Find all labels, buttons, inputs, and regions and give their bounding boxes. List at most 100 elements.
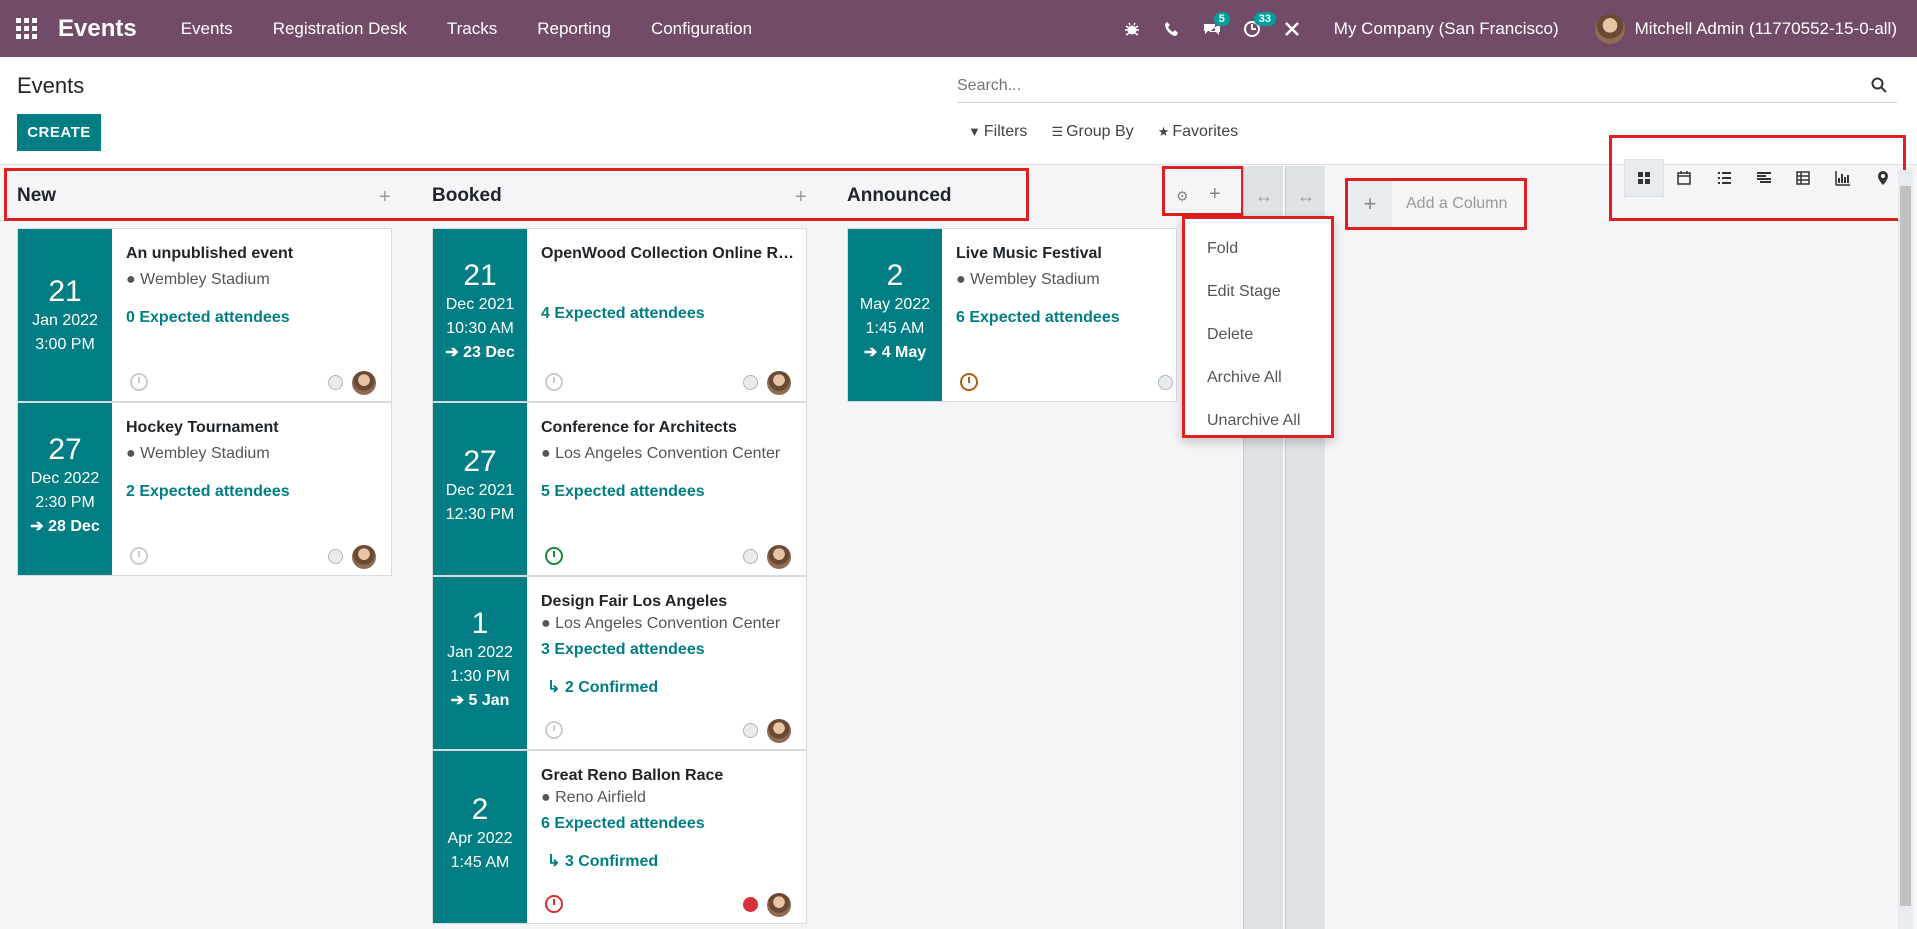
card-time: 12:30 PM <box>445 506 515 523</box>
scrollbar-thumb[interactable] <box>1900 186 1911 906</box>
quick-create-icon[interactable]: + <box>795 186 807 209</box>
search-bar <box>957 69 1897 103</box>
event-card[interactable]: 21 Jan 2022 3:00 PM An unpublished event… <box>17 228 392 402</box>
activity-clock-icon[interactable] <box>545 547 563 565</box>
card-location: ● Wembley Stadium <box>126 271 381 289</box>
card-location: ● Los Angeles Convention Center <box>541 445 796 463</box>
event-card[interactable]: 1 Jan 2022 1:30 PM ➔ 5 Jan Design Fair L… <box>432 576 807 750</box>
unfold-arrows-icon[interactable]: ↔ <box>1286 186 1326 207</box>
menu-registration-desk[interactable]: Registration Desk <box>253 19 427 39</box>
kanban-state-dot[interactable] <box>1158 375 1173 390</box>
location-text: Los Angeles Convention Center <box>555 615 781 632</box>
kanban-state-dot[interactable] <box>743 549 758 564</box>
column-header-booked[interactable]: Booked <box>432 166 502 226</box>
card-attendees[interactable]: 6 Expected attendees <box>956 309 1211 327</box>
card-body: Conference for Architects ● Los Angeles … <box>541 419 796 501</box>
card-date: 27 Dec 2021 12:30 PM <box>433 403 527 575</box>
column-settings-highlight <box>1162 166 1244 216</box>
unfold-arrows-icon[interactable]: ↔ <box>1244 186 1284 207</box>
card-attendees[interactable]: 3 Expected attendees <box>541 641 796 659</box>
column-header-new[interactable]: New <box>17 166 56 226</box>
kanban-state-dot[interactable] <box>328 375 343 390</box>
arrow-right-icon: ➔ <box>450 692 465 709</box>
activity-clock-icon[interactable] <box>545 895 563 913</box>
add-column-label: Add a Column <box>1406 195 1508 212</box>
menu-configuration[interactable]: Configuration <box>631 19 772 39</box>
activity-clock-icon[interactable]: 33 <box>1232 0 1277 57</box>
filters-button[interactable]: ▼ Filters <box>968 123 1027 141</box>
activity-clock-icon[interactable] <box>545 721 563 739</box>
debug-bug-icon[interactable] <box>1112 0 1152 57</box>
card-confirmed[interactable]: ↳ 3 Confirmed <box>547 851 796 871</box>
event-card[interactable]: 27 Dec 2022 2:30 PM ➔ 28 Dec Hockey Tour… <box>17 402 392 576</box>
card-title: OpenWood Collection Online Re... <box>541 245 796 262</box>
activity-clock-icon[interactable] <box>545 373 563 391</box>
card-attendees[interactable]: 4 Expected attendees <box>541 305 796 323</box>
quick-create-icon[interactable]: + <box>1209 183 1221 206</box>
card-attendees[interactable]: 2 Expected attendees <box>126 483 381 501</box>
create-button[interactable]: CREATE <box>17 114 101 151</box>
location-text: Wembley Stadium <box>140 271 270 288</box>
responsible-avatar <box>767 893 791 917</box>
search-icon[interactable] <box>1871 77 1887 93</box>
add-column-button[interactable]: + Add a Column <box>1345 178 1527 230</box>
delete-menu-item[interactable]: Delete <box>1185 313 1331 356</box>
gear-icon[interactable]: ⚙ <box>1176 188 1189 205</box>
card-attendees[interactable]: 0 Expected attendees <box>126 309 381 327</box>
search-input[interactable] <box>957 76 1857 95</box>
top-navbar: Events Events Registration Desk Tracks R… <box>0 0 1917 57</box>
kanban-state-dot[interactable] <box>743 375 758 390</box>
vertical-scrollbar[interactable] <box>1898 170 1913 929</box>
card-body: Great Reno Ballon Race ● Reno Airfield 6… <box>541 767 796 871</box>
favorites-button[interactable]: ★ Favorites <box>1158 123 1238 141</box>
event-card[interactable]: 2 May 2022 1:45 AM ➔ 4 May Live Music Fe… <box>847 228 1177 402</box>
apps-menu-icon[interactable] <box>16 17 38 40</box>
phone-icon[interactable] <box>1152 0 1192 57</box>
card-title: Live Music Festival <box>956 245 1102 262</box>
responsible-avatar <box>767 371 791 395</box>
page-title: Events <box>17 73 85 98</box>
quick-create-icon[interactable]: + <box>379 186 391 209</box>
user-name: Mitchell Admin (11770552-15-0-all) <box>1634 18 1897 38</box>
card-attendees[interactable]: 5 Expected attendees <box>541 483 796 501</box>
menu-reporting[interactable]: Reporting <box>517 19 631 39</box>
card-month: Dec 2021 <box>445 296 515 313</box>
archive-all-menu-item[interactable]: Archive All <box>1185 356 1331 399</box>
card-location: ● Reno Airfield <box>541 789 796 807</box>
edit-stage-menu-item[interactable]: Edit Stage <box>1185 270 1331 313</box>
card-month: Jan 2022 <box>447 644 513 661</box>
user-menu[interactable]: Mitchell Admin (11770552-15-0-all) <box>1594 13 1897 44</box>
kanban-state-dot[interactable] <box>328 549 343 564</box>
groupby-icon: ☰ <box>1051 124 1064 139</box>
menu-events[interactable]: Events <box>161 19 253 39</box>
plus-icon: + <box>1348 181 1392 227</box>
map-marker-icon: ● <box>541 445 551 462</box>
card-title: Great Reno Ballon Race <box>541 767 724 784</box>
card-title: Conference for Architects <box>541 419 737 436</box>
card-confirmed[interactable]: ↳ 2 Confirmed <box>547 677 796 697</box>
app-brand[interactable]: Events <box>58 15 137 43</box>
card-time: 1:45 AM <box>865 320 925 337</box>
event-card[interactable]: 27 Dec 2021 12:30 PM Conference for Arch… <box>432 402 807 576</box>
activity-clock-icon[interactable] <box>960 373 978 391</box>
card-day: 27 <box>48 433 82 466</box>
column-header-announced[interactable]: Announced <box>847 166 952 226</box>
kanban-state-dot[interactable] <box>743 723 758 738</box>
activity-clock-icon[interactable] <box>130 547 148 565</box>
kanban-board: New + Booked + Announced ⚙ + ↔ ↔ 21 Jan … <box>0 166 1917 929</box>
card-attendees[interactable]: 6 Expected attendees <box>541 815 796 833</box>
chat-icon[interactable]: 5 <box>1192 0 1232 57</box>
tools-icon[interactable] <box>1272 0 1312 57</box>
company-switcher[interactable]: My Company (San Francisco) <box>1334 19 1559 39</box>
fold-menu-item[interactable]: Fold <box>1185 227 1331 270</box>
end-text: 28 Dec <box>48 518 100 535</box>
groupby-button[interactable]: ☰ Group By <box>1051 123 1133 141</box>
menu-tracks[interactable]: Tracks <box>427 19 517 39</box>
event-card[interactable]: 2 Apr 2022 1:45 AM Great Reno Ballon Rac… <box>432 750 807 924</box>
kanban-state-dot[interactable] <box>743 897 758 912</box>
activity-clock-icon[interactable] <box>130 373 148 391</box>
responsible-avatar <box>767 719 791 743</box>
event-card[interactable]: 21 Dec 2021 10:30 AM ➔ 23 Dec OpenWood C… <box>432 228 807 402</box>
location-text: Wembley Stadium <box>970 271 1100 288</box>
unarchive-all-menu-item[interactable]: Unarchive All <box>1185 399 1331 442</box>
